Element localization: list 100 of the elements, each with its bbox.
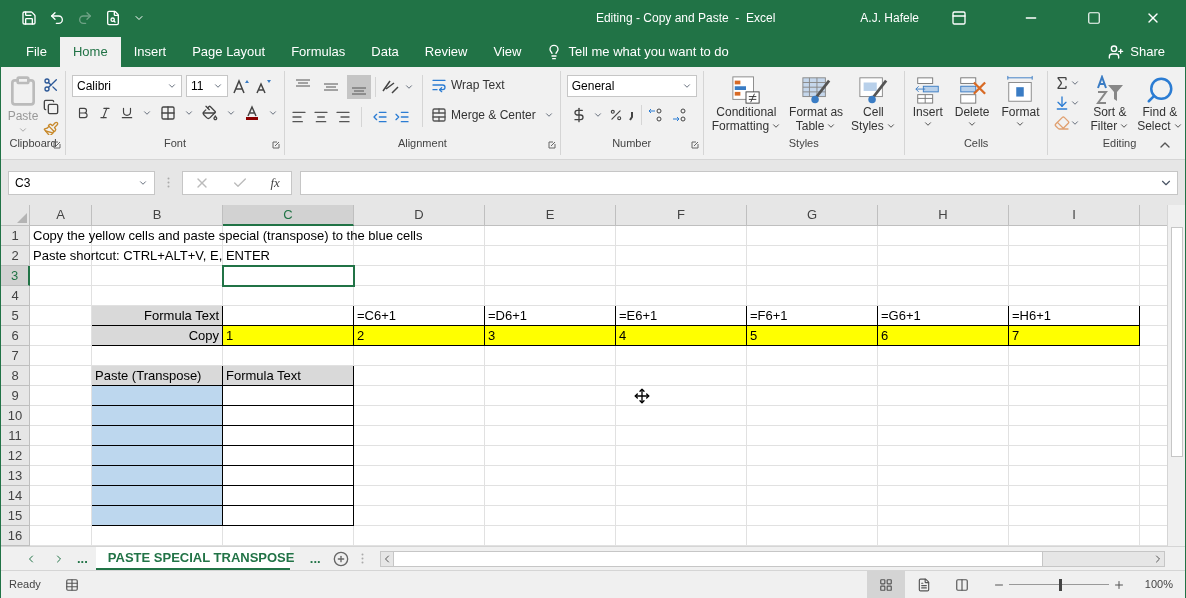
print-preview-icon[interactable] — [105, 10, 121, 26]
column-header[interactable]: I — [1009, 205, 1140, 226]
caret-icon[interactable] — [1070, 118, 1081, 128]
zoom-thumb[interactable] — [1058, 578, 1062, 591]
new-sheet-icon[interactable] — [332, 550, 349, 567]
more-sheets-right[interactable]: ... — [309, 548, 321, 569]
decrease-indent-icon[interactable] — [372, 109, 388, 125]
row-header[interactable]: 9 — [1, 386, 30, 406]
ribbon-tab[interactable]: Formulas — [278, 37, 359, 67]
caret-icon[interactable] — [213, 81, 223, 91]
underline-icon[interactable] — [120, 106, 134, 120]
maximize-icon[interactable] — [1087, 11, 1101, 25]
caret-icon[interactable] — [543, 110, 554, 120]
ribbon-tab[interactable]: File — [13, 37, 60, 67]
share-icon[interactable] — [1108, 44, 1125, 60]
ribbon-tab[interactable]: Data — [358, 37, 412, 67]
save-icon[interactable] — [21, 10, 37, 26]
caret-icon[interactable] — [142, 108, 152, 118]
caret-icon[interactable] — [1070, 98, 1081, 108]
scrollbar-thumb[interactable] — [1170, 227, 1183, 457]
row-header[interactable]: 5 — [1, 306, 30, 326]
column-header[interactable]: F — [616, 205, 747, 226]
ribbon-button[interactable]: Format as Table — [787, 75, 846, 133]
borders-icon[interactable] — [160, 105, 176, 121]
row-header[interactable]: 6 — [1, 326, 30, 346]
vertical-scrollbar[interactable] — [1167, 205, 1185, 546]
ribbon-tab[interactable]: Home — [59, 37, 121, 67]
number-format-field[interactable]: General — [566, 75, 697, 97]
row-header[interactable]: 10 — [1, 406, 30, 426]
insert-function-button[interactable]: fx — [270, 172, 280, 193]
column-header[interactable]: D — [354, 205, 485, 226]
comma-icon[interactable] — [628, 109, 635, 121]
formula-field[interactable] — [300, 170, 1178, 195]
caret-icon[interactable] — [268, 108, 278, 118]
row-header[interactable]: 1 — [1, 226, 30, 246]
zoom-slider[interactable] — [1008, 578, 1109, 591]
wrap-text-button[interactable]: Wrap Text — [431, 75, 554, 95]
format-painter-icon[interactable] — [43, 121, 59, 135]
row-header[interactable]: 11 — [1, 426, 30, 446]
column-header[interactable]: A — [30, 205, 92, 226]
ribbon-button[interactable]: Format — [999, 75, 1042, 129]
zoom-in-icon[interactable] — [1112, 578, 1125, 591]
undo-icon[interactable] — [49, 10, 65, 26]
align-right-icon[interactable] — [335, 109, 351, 125]
column-header[interactable]: E — [485, 205, 616, 226]
row-header[interactable]: 14 — [1, 486, 30, 506]
font-size-field[interactable]: 11 — [186, 75, 228, 97]
more-sheets-left[interactable]: ... — [77, 548, 88, 569]
scrollbar-thumb[interactable] — [392, 551, 1043, 566]
name-box[interactable]: C3 — [8, 170, 155, 195]
row-header[interactable]: 15 — [1, 506, 30, 526]
grow-font-icon[interactable] — [232, 78, 250, 94]
ribbon-button[interactable]: Conditional Formatting — [709, 75, 784, 133]
column-header[interactable]: H — [878, 205, 1009, 226]
align-left-icon[interactable] — [291, 109, 307, 125]
tell-me-field[interactable]: Tell me what you want to do — [568, 42, 729, 62]
row-header[interactable]: 4 — [1, 286, 30, 306]
row-header[interactable]: 16 — [1, 526, 30, 546]
align-center-icon[interactable] — [313, 109, 329, 125]
macro-recording-icon[interactable] — [64, 577, 79, 592]
row-header[interactable]: 7 — [1, 346, 30, 366]
caret-icon[interactable] — [226, 108, 236, 118]
increase-indent-icon[interactable] — [394, 109, 410, 125]
column-header[interactable]: C — [223, 205, 354, 226]
ribbon-button[interactable]: Delete — [952, 75, 992, 129]
percent-icon[interactable] — [608, 108, 623, 122]
ribbon-tab[interactable]: Review — [411, 37, 481, 67]
view-button[interactable] — [866, 571, 905, 598]
cut-icon[interactable] — [43, 77, 59, 93]
bold-icon[interactable] — [76, 106, 90, 120]
row-header[interactable]: 13 — [1, 466, 30, 486]
merge-center-button[interactable]: Merge & Center — [431, 105, 554, 125]
share-button[interactable]: Share — [1130, 42, 1165, 62]
italic-icon[interactable] — [98, 106, 112, 120]
copy-icon[interactable] — [43, 99, 59, 115]
ribbon-button[interactable]: Find & Select — [1135, 75, 1185, 133]
column-header[interactable]: G — [747, 205, 878, 226]
row-header[interactable]: 2 — [1, 246, 30, 266]
caret-icon[interactable] — [167, 81, 177, 91]
caret-icon[interactable] — [592, 110, 603, 120]
horizontal-scrollbar[interactable] — [379, 550, 1165, 567]
ribbon-display-icon[interactable] — [951, 10, 967, 26]
fill-color-icon[interactable] — [202, 105, 218, 121]
font-color-icon[interactable] — [244, 105, 260, 121]
caret-icon[interactable] — [681, 81, 692, 91]
ribbon-tab[interactable]: Insert — [120, 37, 180, 67]
caret-icon[interactable] — [404, 82, 414, 92]
font-name-field[interactable]: Calibri — [72, 75, 182, 97]
ribbon-button[interactable]: Sort & Filter — [1088, 75, 1132, 133]
row-header[interactable]: 8 — [1, 366, 30, 386]
ribbon-tab[interactable]: View — [480, 37, 535, 67]
caret-icon[interactable] — [1070, 78, 1081, 88]
row-header[interactable]: 3 — [1, 266, 30, 286]
caret-icon — [1015, 119, 1026, 129]
ribbon-tab[interactable]: Page Layout — [179, 37, 279, 67]
ribbon-button[interactable]: Cell Styles — [849, 75, 898, 133]
ribbon-button[interactable]: Insert — [910, 75, 945, 129]
caret-icon[interactable] — [184, 108, 194, 118]
row-header[interactable]: 12 — [1, 446, 30, 466]
shrink-font-icon[interactable] — [254, 78, 272, 94]
